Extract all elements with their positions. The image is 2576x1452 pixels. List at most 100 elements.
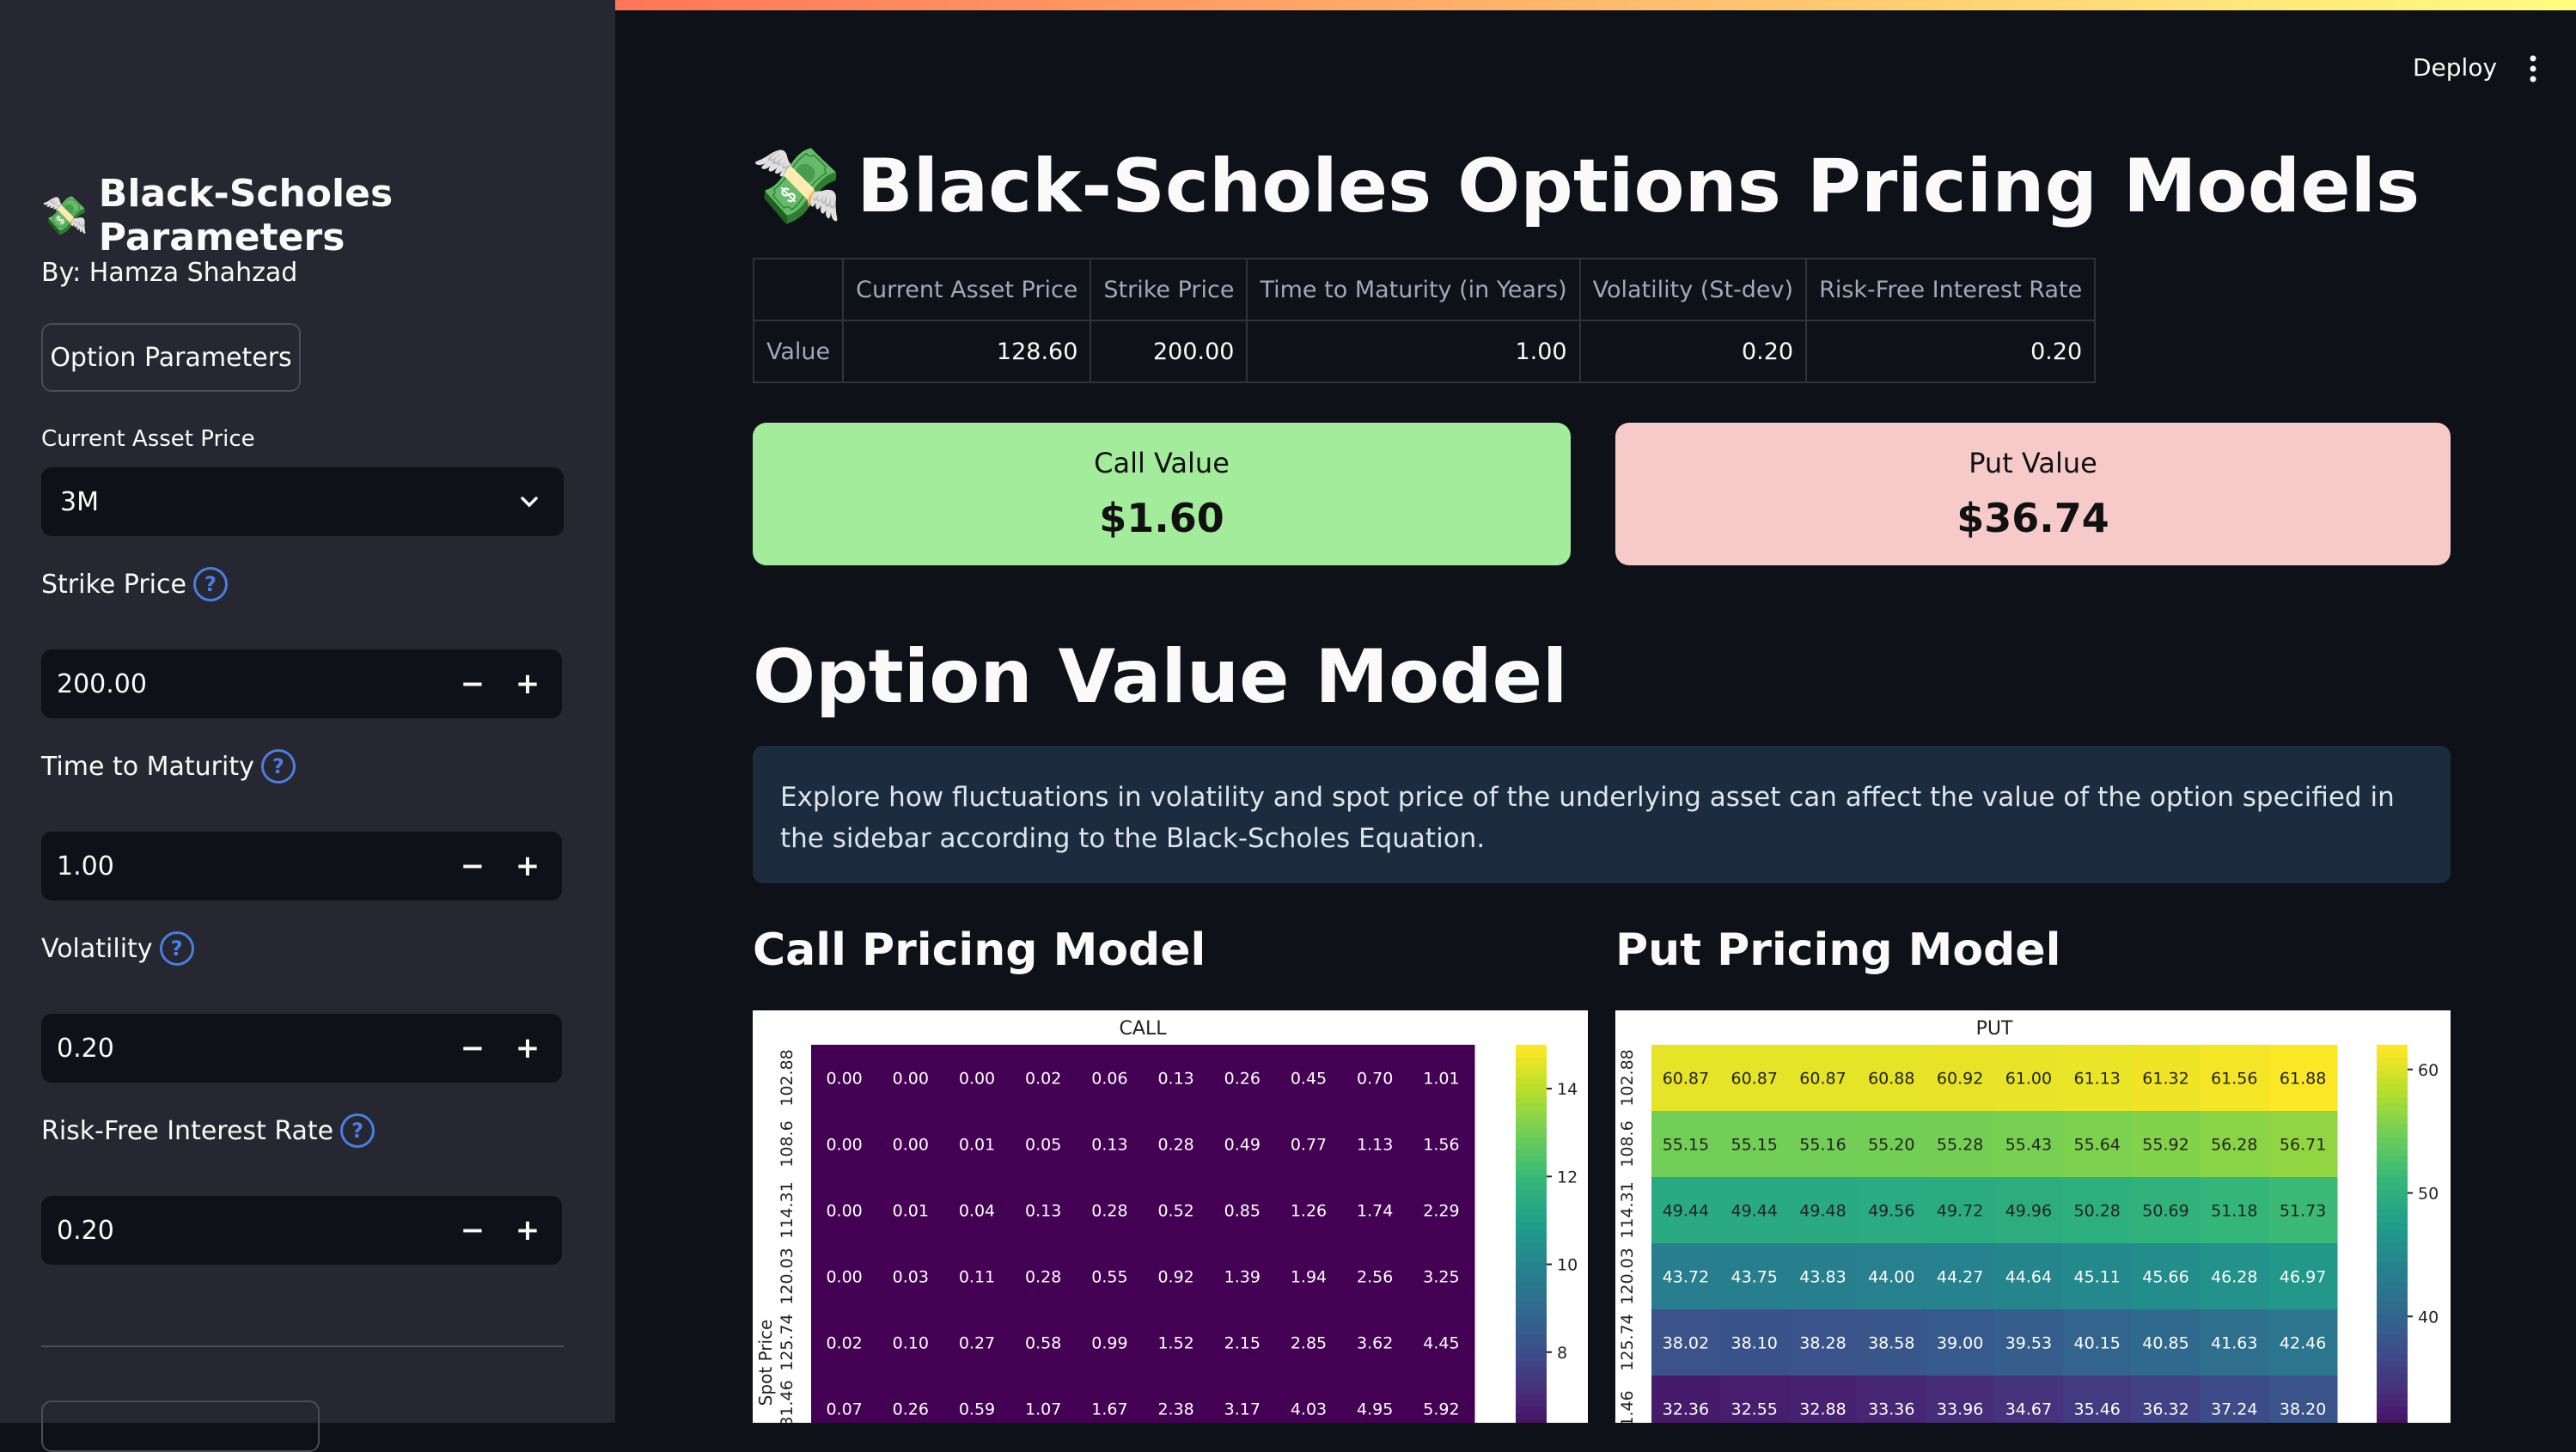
- put-heatmap-cell-label: 43.83: [1799, 1268, 1846, 1287]
- call-y-tick-label: 102.88: [778, 1049, 797, 1106]
- put-heatmap-cell-label: 44.27: [1937, 1268, 1983, 1287]
- put-colorbar-segment: [2377, 1104, 2408, 1112]
- help-icon[interactable]: ?: [192, 567, 228, 601]
- call-heatmap-cell-label: 0.28: [1025, 1268, 1061, 1287]
- call-heatmap-cell-label: 0.92: [1157, 1268, 1193, 1287]
- put-heatmap-cell-label: 51.73: [2280, 1202, 2326, 1221]
- put-colorbar-tick-label: 50: [2418, 1185, 2439, 1204]
- put-heatmap-cell-label: 35.46: [2073, 1400, 2120, 1419]
- put-heatmap-cell-label: 43.72: [1663, 1268, 1709, 1287]
- call-colorbar-segment: [1516, 1255, 1547, 1263]
- call-colorbar-segment: [1516, 1156, 1547, 1164]
- option-parameters-button[interactable]: Option Parameters: [41, 323, 301, 392]
- put-heatmap-cell-label: 45.66: [2142, 1268, 2188, 1287]
- help-icon[interactable]: ?: [260, 749, 296, 784]
- put-heatmap-cell-label: 49.96: [2005, 1202, 2052, 1221]
- strike-price-input[interactable]: 200.00 − +: [41, 650, 562, 718]
- call-heatmap-cell-label: 0.99: [1091, 1334, 1127, 1353]
- table-cell: 0.20: [1578, 320, 1808, 383]
- call-colorbar-segment: [1516, 1400, 1547, 1408]
- call-heatmap-cell-label: 0.00: [826, 1202, 862, 1221]
- help-icon[interactable]: ?: [159, 931, 194, 966]
- help-icon[interactable]: ?: [340, 1113, 375, 1148]
- call-colorbar-segment: [1516, 1137, 1547, 1144]
- put-y-tick-label: 114.31: [1618, 1181, 1637, 1238]
- call-heatmap-cell-label: 0.58: [1025, 1334, 1061, 1353]
- increment-button[interactable]: +: [500, 1196, 555, 1265]
- call-colorbar-segment: [1516, 1045, 1547, 1052]
- put-heatmap-cell-label: 55.16: [1799, 1136, 1846, 1155]
- call-value-amount: $1.60: [1099, 495, 1224, 541]
- call-heatmap-cell-label: 2.56: [1357, 1268, 1393, 1287]
- call-heatmap-cell-label: 0.28: [1157, 1136, 1193, 1155]
- rate-input[interactable]: 0.20 − +: [41, 1196, 562, 1265]
- put-colorbar-segment: [2377, 1288, 2408, 1296]
- call-heatmap-cell-label: 0.13: [1091, 1136, 1127, 1155]
- volatility-input[interactable]: 0.20 − +: [41, 1014, 562, 1083]
- call-heatmap-cell-label: 3.17: [1224, 1400, 1261, 1419]
- table-row-label: Value: [752, 320, 845, 383]
- put-heatmap-cell-label: 37.24: [2211, 1400, 2257, 1419]
- call-heatmap-cell-label: 0.85: [1224, 1202, 1261, 1221]
- increment-button[interactable]: +: [500, 1014, 555, 1083]
- decrement-button[interactable]: −: [445, 1196, 500, 1265]
- call-heatmap-cell-label: 0.26: [893, 1400, 929, 1419]
- put-heatmap-cell-label: 36.32: [2142, 1400, 2188, 1419]
- put-heatmap-cell-label: 33.96: [1937, 1400, 1983, 1419]
- increment-button[interactable]: +: [500, 650, 555, 718]
- current-asset-select[interactable]: 3M: [41, 467, 564, 536]
- chevron-down-icon: [521, 497, 538, 508]
- call-heatmap-cell-label: 0.01: [959, 1136, 995, 1155]
- call-colorbar-segment: [1516, 1308, 1547, 1316]
- call-heatmap-cell-label: 2.15: [1224, 1334, 1261, 1353]
- call-heatmap-cell-label: 0.70: [1357, 1070, 1393, 1089]
- increment-button[interactable]: +: [500, 832, 555, 900]
- put-colorbar-tick-label: 40: [2418, 1308, 2439, 1327]
- put-colorbar-segment: [2377, 1268, 2408, 1277]
- sidebar-secondary-button[interactable]: [41, 1400, 320, 1452]
- put-heatmap-cell-label: 34.67: [2005, 1400, 2052, 1419]
- decrement-button[interactable]: −: [445, 1014, 500, 1083]
- put-heatmap-cell-label: 55.15: [1731, 1136, 1777, 1155]
- call-heatmap-cell-label: 0.00: [893, 1136, 929, 1155]
- call-colorbar-segment: [1516, 1248, 1547, 1257]
- put-colorbar-segment: [2377, 1124, 2408, 1132]
- put-heatmap-cell-label: 61.32: [2142, 1070, 2188, 1089]
- rate-value: 0.20: [57, 1215, 114, 1246]
- put-heatmap-cell-label: 44.00: [1868, 1268, 1914, 1287]
- put-colorbar-segment: [2377, 1321, 2408, 1329]
- call-colorbar-segment: [1516, 1196, 1547, 1204]
- put-colorbar-segment: [2377, 1216, 2408, 1223]
- call-colorbar-segment: [1516, 1163, 1547, 1171]
- vertical-dots-icon[interactable]: [2523, 53, 2543, 84]
- put-heatmap-cell-label: 32.36: [1663, 1400, 1709, 1419]
- call-heatmap-cell-label: 0.06: [1091, 1070, 1127, 1089]
- maturity-input[interactable]: 1.00 − +: [41, 832, 562, 900]
- put-heatmap-cell-label: 49.44: [1731, 1202, 1777, 1221]
- call-heatmap-cell-label: 0.04: [959, 1202, 995, 1221]
- put-colorbar-segment: [2377, 1065, 2408, 1072]
- call-colorbar-segment: [1516, 1406, 1547, 1415]
- call-y-tick-label: 125.74: [778, 1314, 797, 1370]
- put-colorbar-segment: [2377, 1169, 2408, 1178]
- call-colorbar-segment: [1516, 1394, 1547, 1401]
- call-colorbar-tick-label: 10: [1557, 1256, 1578, 1275]
- decrement-button[interactable]: −: [445, 650, 500, 718]
- call-heatmap-cell-label: 3.25: [1423, 1268, 1459, 1287]
- put-heatmap-cell-label: 49.44: [1663, 1202, 1709, 1221]
- call-colorbar-segment: [1516, 1242, 1547, 1250]
- deploy-button[interactable]: Deploy: [2413, 53, 2497, 82]
- call-colorbar-segment: [1516, 1275, 1547, 1283]
- current-asset-label: Current Asset Price: [41, 426, 255, 452]
- decrement-button[interactable]: −: [445, 832, 500, 900]
- put-heatmap-cell-label: 60.87: [1799, 1070, 1846, 1089]
- call-colorbar-segment: [1516, 1387, 1547, 1395]
- put-heatmap-cell-label: 50.69: [2142, 1202, 2188, 1221]
- put-heatmap-cell-label: 38.58: [1868, 1334, 1914, 1353]
- call-colorbar-segment: [1516, 1071, 1547, 1079]
- call-heatmap-cell-label: 1.13: [1357, 1136, 1393, 1155]
- put-heatmap-cell-label: 40.15: [2073, 1334, 2120, 1353]
- call-colorbar-segment: [1516, 1268, 1547, 1277]
- put-colorbar-segment: [2377, 1361, 2408, 1369]
- put-heatmap-cell-label: 46.28: [2211, 1268, 2257, 1287]
